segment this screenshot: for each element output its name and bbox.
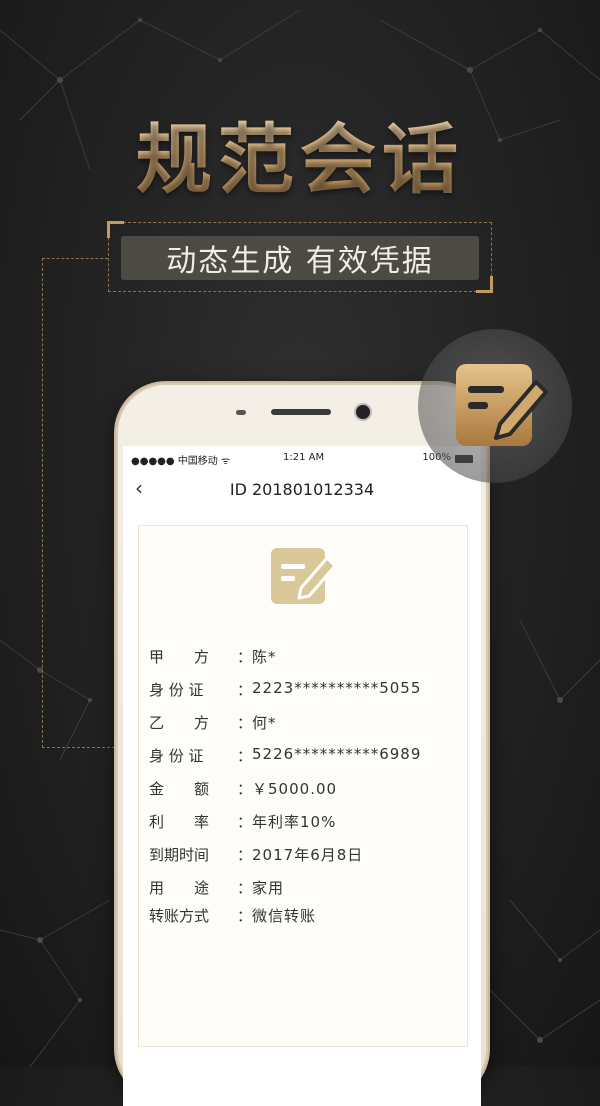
nav-bar: ‹ ID 201801012334 xyxy=(123,468,481,508)
note-edit-icon xyxy=(271,548,337,604)
phone-sensor xyxy=(236,410,246,415)
field-value: 2223**********5055 xyxy=(252,679,422,697)
contract-card: 甲 方：陈* 身 份 证： 2223**********5055 乙 方：何* 身… xyxy=(138,525,468,1047)
phone-screen: ●●●●● 中国移动 ᯤ 1:21 AM 100% ‹ ID 201801012… xyxy=(123,446,481,1106)
promo-subheadline: 动态生成 有效凭据 xyxy=(121,236,479,280)
status-time: 1:21 AM xyxy=(283,452,325,463)
status-carrier: ●●●●● 中国移动 ᯤ xyxy=(131,456,231,467)
field-label: 金 额 xyxy=(149,780,210,798)
list-item: 用 途：家用 xyxy=(149,877,421,905)
field-value: 微信转账 xyxy=(252,907,317,925)
field-label: 身 份 证 xyxy=(149,747,204,765)
field-value: 年利率10% xyxy=(252,813,337,831)
field-value: 陈* xyxy=(252,648,277,666)
list-item: 身 份 证： 2223**********5055 xyxy=(149,679,421,712)
field-label: 利 率 xyxy=(149,813,210,831)
list-item: 金 额： ￥5000.00 xyxy=(149,778,421,811)
field-label: 乙 方 xyxy=(149,714,210,732)
list-item: 利 率：年利率10% xyxy=(149,811,421,844)
phone-camera xyxy=(356,405,370,419)
note-edit-icon xyxy=(456,364,548,446)
frame-corner xyxy=(107,221,124,238)
dashed-connector xyxy=(42,747,120,748)
contract-fields: 甲 方：陈* 身 份 证： 2223**********5055 乙 方：何* 身… xyxy=(149,646,421,938)
field-label: 到期时间 xyxy=(149,846,210,864)
field-value: 5226**********6989 xyxy=(252,745,422,763)
field-value: ￥5000.00 xyxy=(252,780,338,798)
field-value: 2017年6月8日 xyxy=(252,846,364,864)
field-value: 何* xyxy=(252,714,277,732)
dashed-connector xyxy=(42,258,43,748)
field-label: 甲 方 xyxy=(149,648,210,666)
field-value: 家用 xyxy=(252,879,285,897)
phone-speaker xyxy=(271,409,331,415)
list-item: 乙 方：何* xyxy=(149,712,421,745)
list-item: 身 份 证： 5226**********6989 xyxy=(149,745,421,778)
promo-headline: 规范会话 xyxy=(0,98,600,208)
subheadline-frame: 动态生成 有效凭据 xyxy=(107,221,493,293)
field-label: 身 份 证 xyxy=(149,681,204,699)
list-item: 甲 方：陈* xyxy=(149,646,421,679)
status-bar: ●●●●● 中国移动 ᯤ 1:21 AM 100% xyxy=(123,448,481,467)
list-item: 到期时间： 2017年6月8日 xyxy=(149,844,421,877)
page-title: ID 201801012334 xyxy=(229,480,375,499)
phone-mockup: ●●●●● 中国移动 ᯤ 1:21 AM 100% ‹ ID 201801012… xyxy=(114,381,490,1106)
dashed-connector xyxy=(42,258,108,259)
field-label: 转账方式 xyxy=(149,907,210,925)
field-label: 用 途 xyxy=(149,879,210,897)
list-item: 转账方式：微信转账 xyxy=(149,905,421,938)
